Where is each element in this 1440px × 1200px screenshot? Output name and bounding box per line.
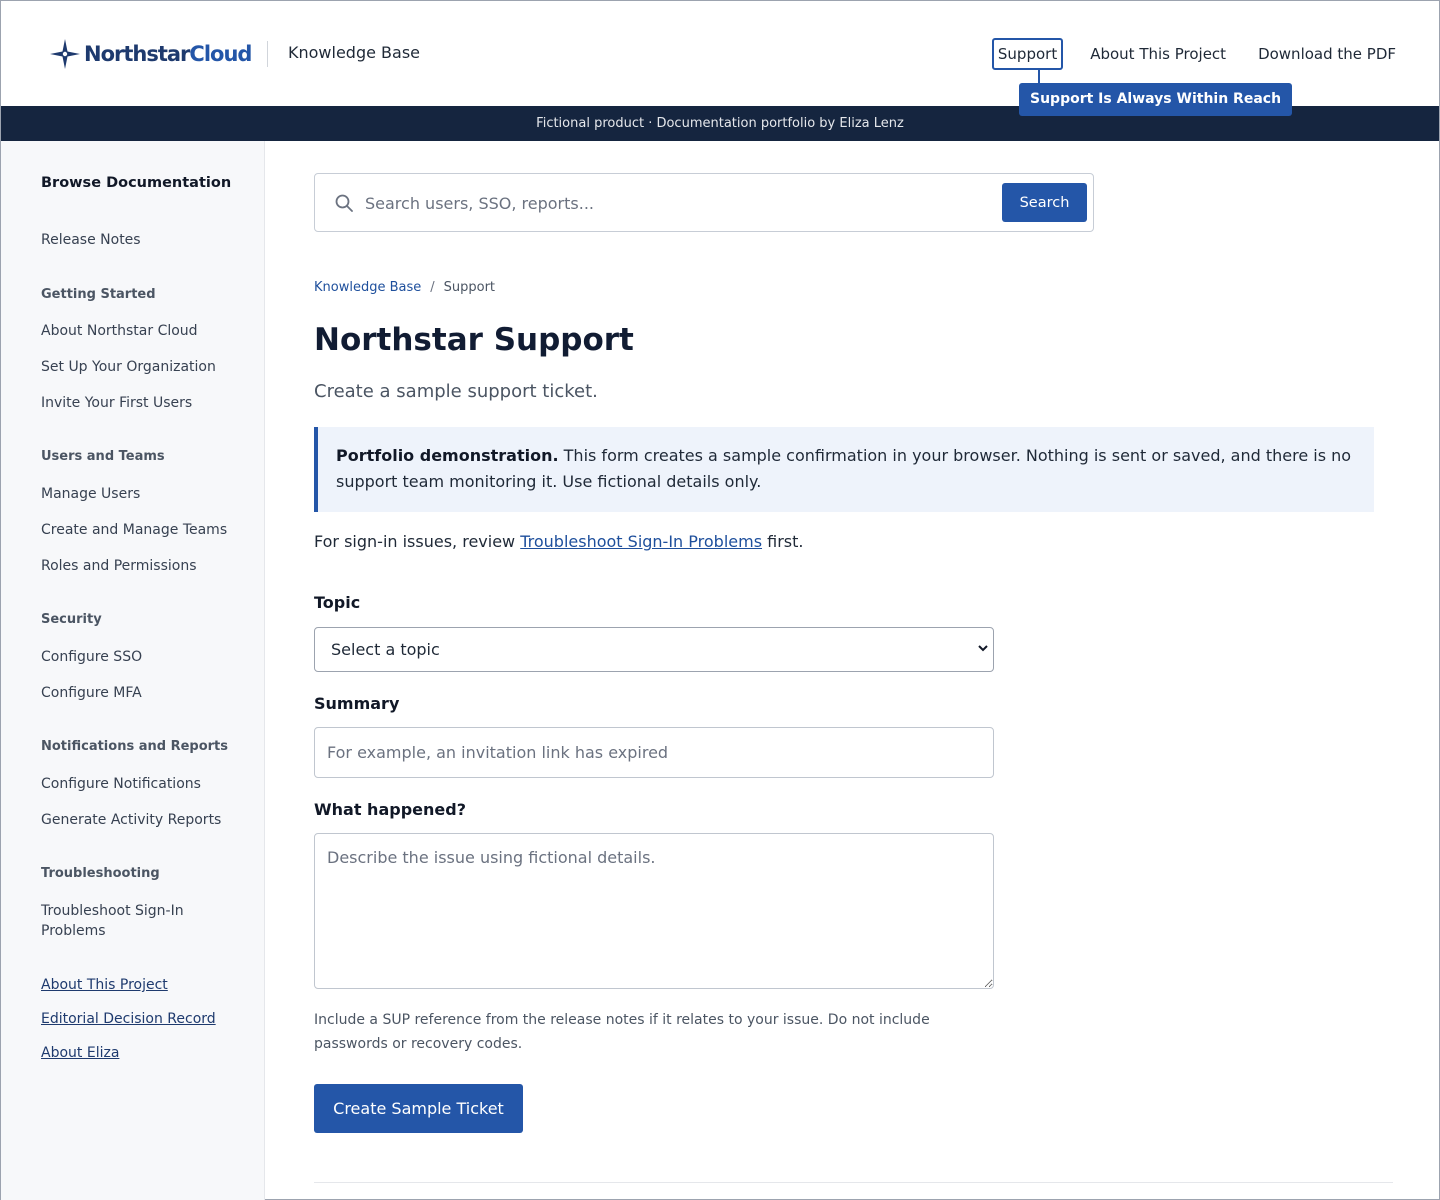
search-input[interactable] [365, 184, 995, 222]
create-ticket-button[interactable]: Create Sample Ticket [314, 1084, 523, 1133]
sidebar-link-about-project[interactable]: About This Project [41, 977, 168, 993]
sidebar-link-about-eliza[interactable]: About Eliza [41, 1045, 119, 1061]
logo[interactable]: NorthstarCloud [49, 38, 252, 70]
page-subtitle: Create a sample support ticket. [314, 381, 598, 402]
callout-heading: Portfolio demonstration. [336, 446, 559, 465]
support-tooltip: Support Is Always Within Reach [1019, 83, 1293, 116]
details-textarea[interactable] [314, 833, 994, 989]
nav-about-project[interactable]: About This Project [1085, 39, 1231, 69]
sidebar-link-editorial-record[interactable]: Editorial Decision Record [41, 1011, 216, 1027]
signin-intro: For sign-in issues, review Troubleshoot … [314, 532, 804, 551]
sidebar-item-activity-reports[interactable]: Generate Activity Reports [41, 810, 241, 830]
sidebar-item-invite-users[interactable]: Invite Your First Users [41, 393, 241, 413]
sidebar-item-configure-notifications[interactable]: Configure Notifications [41, 774, 241, 794]
knowledge-base-title[interactable]: Knowledge Base [288, 43, 420, 62]
topic-label: Topic [314, 593, 361, 612]
sidebar-item-configure-sso[interactable]: Configure SSO [41, 647, 241, 667]
chevron-down-icon [977, 629, 989, 687]
sidebar-item-manage-users[interactable]: Manage Users [41, 484, 241, 504]
topic-select-value: Select a topic [331, 640, 440, 659]
sidebar-heading-getting-started: Getting Started [41, 287, 156, 302]
sidebar-item-setup-organization[interactable]: Set Up Your Organization [41, 357, 241, 377]
sidebar-item-roles-permissions[interactable]: Roles and Permissions [41, 556, 241, 576]
logo-text: NorthstarCloud [84, 42, 252, 66]
nav-download-pdf[interactable]: Download the PDF [1253, 39, 1401, 69]
nav-support[interactable]: Support [991, 38, 1064, 70]
form-hint: Include a SUP reference from the release… [314, 1012, 930, 1052]
header-divider [267, 41, 268, 67]
sidebar-item-about-northstar[interactable]: About Northstar Cloud [41, 321, 241, 341]
portfolio-callout: Portfolio demonstration. This form creat… [314, 427, 1374, 512]
sidebar-item-troubleshoot-signin[interactable]: Troubleshoot Sign-In Problems [41, 901, 211, 941]
sidebar-heading-troubleshooting: Troubleshooting [41, 866, 160, 881]
sidebar-heading-security: Security [41, 612, 102, 627]
sidebar-title: Browse Documentation [41, 175, 232, 191]
tooltip-stem [1038, 68, 1040, 84]
top-navigation: Support About This Project Download the … [991, 38, 1401, 70]
summary-input[interactable] [314, 727, 994, 778]
page-title: Northstar Support [314, 322, 634, 358]
breadcrumb-current: Support [443, 280, 496, 295]
details-label: What happened? [314, 800, 466, 819]
sidebar-item-release-notes[interactable]: Release Notes [41, 230, 241, 250]
sidebar-item-configure-mfa[interactable]: Configure MFA [41, 683, 241, 703]
search-bar: Search [314, 173, 1094, 232]
sidebar-heading-notifications-reports: Notifications and Reports [41, 739, 229, 754]
summary-label: Summary [314, 694, 400, 713]
content-divider [314, 1182, 1393, 1183]
topic-select[interactable]: Select a topic [314, 627, 994, 672]
search-button[interactable]: Search [1002, 183, 1087, 222]
sidebar-item-manage-teams[interactable]: Create and Manage Teams [41, 520, 241, 540]
sidebar: Browse Documentation Release Notes Getti… [1, 141, 265, 1200]
breadcrumb-separator: / [430, 280, 435, 295]
sidebar-heading-users-teams: Users and Teams [41, 449, 165, 464]
troubleshoot-signin-link[interactable]: Troubleshoot Sign-In Problems [520, 532, 762, 551]
compass-star-icon [50, 39, 80, 69]
breadcrumb: Knowledge Base / Support [314, 280, 495, 295]
breadcrumb-knowledge-base[interactable]: Knowledge Base [314, 280, 421, 295]
search-icon [335, 194, 353, 212]
